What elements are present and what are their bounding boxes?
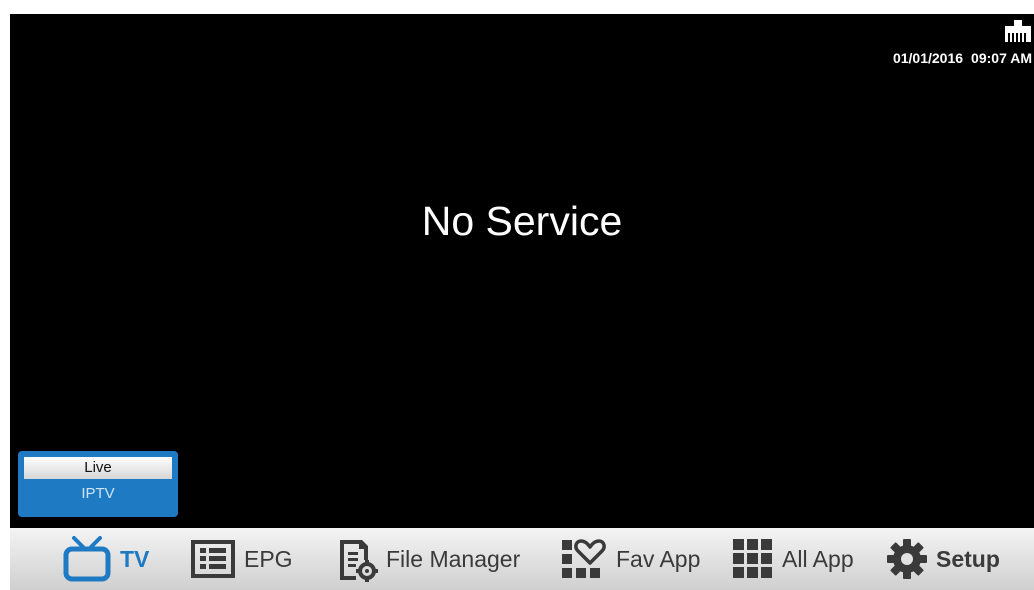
nav-item-tv[interactable]: TV	[62, 528, 149, 590]
nav-item-fav-app[interactable]: Fav App	[560, 528, 700, 590]
source-menu: Live IPTV	[18, 451, 178, 517]
ethernet-icon	[1004, 20, 1032, 42]
nav-item-all-app[interactable]: All App	[732, 528, 854, 590]
clock: 01/01/2016 09:07 AM	[893, 50, 1032, 66]
all-app-icon	[732, 538, 774, 580]
fav-app-icon	[560, 538, 608, 580]
source-item-live[interactable]: Live	[24, 457, 172, 479]
nav-label-fav-app: Fav App	[616, 545, 701, 572]
nav-item-setup[interactable]: Setup	[886, 528, 1000, 590]
nav-label-tv: TV	[120, 545, 150, 572]
file-manager-icon	[336, 536, 378, 582]
nav-label-file-manager: File Manager	[386, 545, 521, 572]
epg-icon	[190, 539, 236, 579]
source-item-iptv[interactable]: IPTV	[24, 483, 172, 505]
nav-item-epg[interactable]: EPG	[190, 528, 293, 590]
no-service-message: No Service	[421, 198, 623, 244]
nav-item-file-manager[interactable]: File Manager	[336, 528, 520, 590]
nav-label-setup: Setup	[936, 545, 1000, 572]
nav-label-epg: EPG	[244, 545, 293, 572]
date-text: 01/01/2016	[892, 50, 964, 66]
tv-icon	[62, 536, 112, 582]
tv-screen: 01/01/2016 09:07 AM No Service Live IPTV	[10, 14, 1034, 528]
nav-label-all-app: All App	[782, 545, 854, 572]
gear-icon	[886, 538, 928, 580]
bottom-navbar: TV EPG File Manager Fav App All App Setu…	[10, 528, 1034, 590]
time-text: 09:07 AM	[971, 50, 1032, 66]
